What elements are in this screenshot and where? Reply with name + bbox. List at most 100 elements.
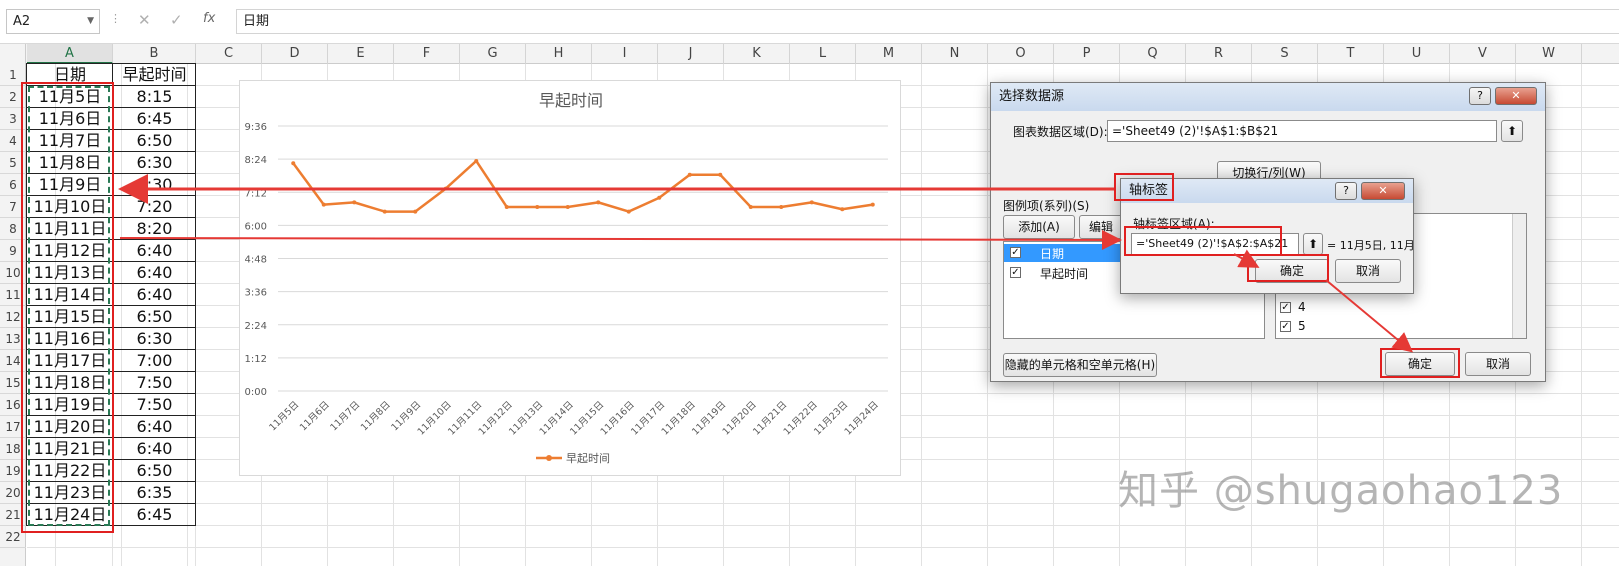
column-header-h[interactable]: H (526, 44, 592, 64)
row-header-1[interactable]: 1 (0, 64, 26, 86)
select-all-corner[interactable] (0, 44, 26, 64)
row-header-16[interactable]: 16 (0, 394, 26, 416)
date-cell[interactable]: 11月22日 (27, 460, 113, 482)
time-cell[interactable]: 6:50 (113, 460, 196, 482)
date-cell[interactable]: 11月6日 (27, 108, 113, 130)
date-cell[interactable]: 11月12日 (27, 240, 113, 262)
time-cell[interactable]: 6:45 (113, 108, 196, 130)
time-cell[interactable]: 7:20 (113, 196, 196, 218)
row-header-8[interactable]: 8 (0, 218, 26, 240)
add-series-button[interactable]: 添加(A) (1003, 215, 1075, 239)
column-header-v[interactable]: V (1450, 44, 1516, 64)
column-header-u[interactable]: U (1384, 44, 1450, 64)
date-cell[interactable]: 11月17日 (27, 350, 113, 372)
column-header-k[interactable]: K (724, 44, 790, 64)
row-header-13[interactable]: 13 (0, 328, 26, 350)
hidden-cells-button[interactable]: 隐藏的单元格和空单元格(H) (1003, 353, 1157, 377)
time-cell[interactable]: 6:40 (113, 284, 196, 306)
checkbox-axis-item[interactable]: ✓ (1280, 302, 1291, 313)
column-header-w[interactable]: W (1516, 44, 1582, 64)
column-header-d[interactable]: D (262, 44, 328, 64)
date-cell[interactable]: 11月7日 (27, 130, 113, 152)
row-header-4[interactable]: 4 (0, 130, 26, 152)
axis-ok-button[interactable]: 确定 (1255, 259, 1329, 283)
column-header-f[interactable]: F (394, 44, 460, 64)
row-header-11[interactable]: 11 (0, 284, 26, 306)
check-icon[interactable]: ✓ (170, 11, 183, 29)
formula-input[interactable]: 日期 (236, 9, 1619, 34)
column-header-p[interactable]: P (1054, 44, 1120, 64)
row-header-15[interactable]: 15 (0, 372, 26, 394)
time-cell[interactable]: 6:30 (113, 152, 196, 174)
row-header-21[interactable]: 21 (0, 504, 26, 526)
time-cell[interactable]: 8:15 (113, 86, 196, 108)
checkbox-series-2[interactable]: ✓ (1010, 267, 1021, 278)
date-cell[interactable]: 11月8日 (27, 152, 113, 174)
date-cell[interactable]: 11月10日 (27, 196, 113, 218)
row-header-17[interactable]: 17 (0, 416, 26, 438)
time-cell[interactable]: 6:40 (113, 416, 196, 438)
scrollbar[interactable] (1512, 214, 1526, 338)
checkbox-series-1[interactable]: ✓ (1010, 247, 1021, 258)
header-cell-date[interactable]: 日期 (27, 64, 113, 86)
time-cell[interactable]: 6:40 (113, 438, 196, 460)
row-header-22[interactable]: 22 (0, 526, 26, 548)
header-cell-time[interactable]: 早起时间 (113, 64, 196, 86)
close-button[interactable]: ✕ (1495, 87, 1537, 105)
line-chart[interactable]: 早起时间 0:00 1:12 2:24 3:36 4:48 6:00 7:12 8:24 9:36… (239, 80, 901, 476)
date-cell[interactable]: 11月15日 (27, 306, 113, 328)
time-cell[interactable]: 6:30 (113, 328, 196, 350)
cancel-button[interactable]: 取消 (1465, 352, 1531, 376)
column-header-r[interactable]: R (1186, 44, 1252, 64)
column-header-a[interactable]: A (27, 44, 113, 64)
date-cell[interactable]: 11月24日 (27, 504, 113, 526)
row-header-19[interactable]: 19 (0, 460, 26, 482)
time-cell[interactable]: 6:45 (113, 504, 196, 526)
date-cell[interactable]: 11月21日 (27, 438, 113, 460)
edit-series-button[interactable]: 编辑 (1079, 215, 1123, 239)
date-cell[interactable]: 11月16日 (27, 328, 113, 350)
date-cell[interactable]: 11月13日 (27, 262, 113, 284)
help-button[interactable]: ? (1335, 182, 1357, 200)
column-header-n[interactable]: N (922, 44, 988, 64)
column-header-s[interactable]: S (1252, 44, 1318, 64)
row-header-9[interactable]: 9 (0, 240, 26, 262)
date-cell[interactable]: 11月18日 (27, 372, 113, 394)
date-cell[interactable]: 11月9日 (27, 174, 113, 196)
column-header-j[interactable]: J (658, 44, 724, 64)
name-box[interactable]: A2 ▼ (6, 9, 100, 34)
row-header-20[interactable]: 20 (0, 482, 26, 504)
column-header-b[interactable]: B (113, 44, 196, 64)
column-header-m[interactable]: M (856, 44, 922, 64)
time-cell[interactable]: 6:50 (113, 306, 196, 328)
column-header-c[interactable]: C (196, 44, 262, 64)
chevron-down-icon[interactable]: ▼ (87, 10, 94, 33)
time-cell[interactable]: 6:50 (113, 130, 196, 152)
time-cell[interactable]: 7:50 (113, 394, 196, 416)
row-header-18[interactable]: 18 (0, 438, 26, 460)
collapse-range-button[interactable]: ⬆ (1501, 120, 1523, 142)
time-cell[interactable]: 8:20 (113, 218, 196, 240)
column-header-q[interactable]: Q (1120, 44, 1186, 64)
help-button[interactable]: ? (1469, 87, 1491, 105)
date-cell[interactable]: 11月20日 (27, 416, 113, 438)
cancel-icon[interactable]: ✕ (138, 11, 151, 29)
time-cell[interactable]: 6:40 (113, 240, 196, 262)
row-header-10[interactable]: 10 (0, 262, 26, 284)
close-button[interactable]: ✕ (1361, 182, 1405, 200)
date-cell[interactable]: 11月23日 (27, 482, 113, 504)
row-header-14[interactable]: 14 (0, 350, 26, 372)
row-header-2[interactable]: 2 (0, 86, 26, 108)
row-header-7[interactable]: 7 (0, 196, 26, 218)
collapse-range-button[interactable]: ⬆ (1303, 233, 1323, 255)
date-cell[interactable]: 11月14日 (27, 284, 113, 306)
column-header-i[interactable]: I (592, 44, 658, 64)
date-cell[interactable]: 11月5日 (27, 86, 113, 108)
column-header-t[interactable]: T (1318, 44, 1384, 64)
checkbox-axis-item[interactable]: ✓ (1280, 321, 1291, 332)
time-cell[interactable]: 7:00 (113, 350, 196, 372)
row-header-3[interactable]: 3 (0, 108, 26, 130)
date-cell[interactable]: 11月19日 (27, 394, 113, 416)
ok-button[interactable]: 确定 (1385, 352, 1455, 376)
time-cell[interactable]: 6:40 (113, 262, 196, 284)
